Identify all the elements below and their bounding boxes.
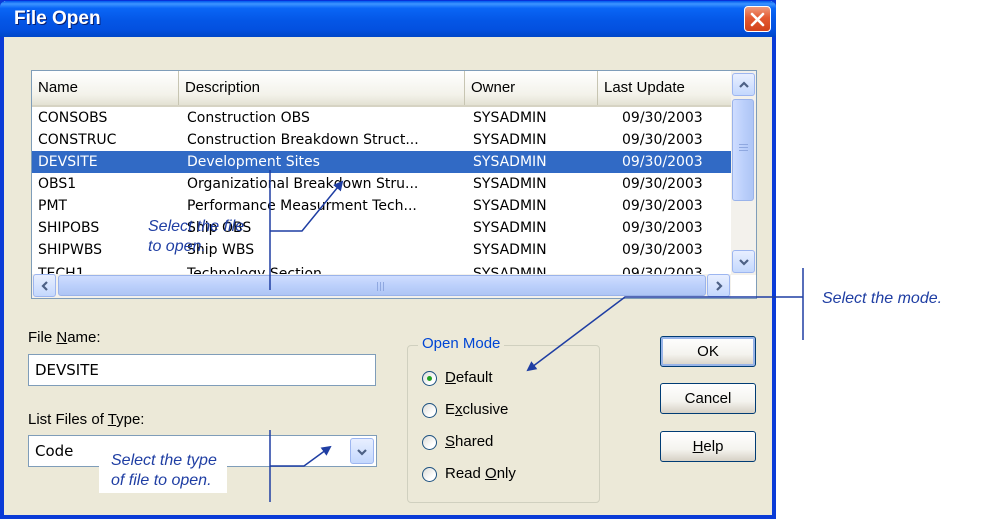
callout-text: to open. <box>148 238 206 255</box>
callout-arrow <box>270 445 332 467</box>
callout-select-mode: Select the mode. <box>822 290 943 307</box>
callout-text: of file to open. <box>111 472 212 489</box>
callout-select-file: Select the file to open. <box>148 217 244 257</box>
callout-text: Select the file <box>148 218 245 235</box>
callout-lines <box>269 170 804 502</box>
callout-arrow <box>526 296 803 372</box>
callout-text: Select the type <box>111 452 217 469</box>
callout-arrow <box>270 180 344 232</box>
callout-select-type: Select the type of file to open. <box>99 450 227 493</box>
